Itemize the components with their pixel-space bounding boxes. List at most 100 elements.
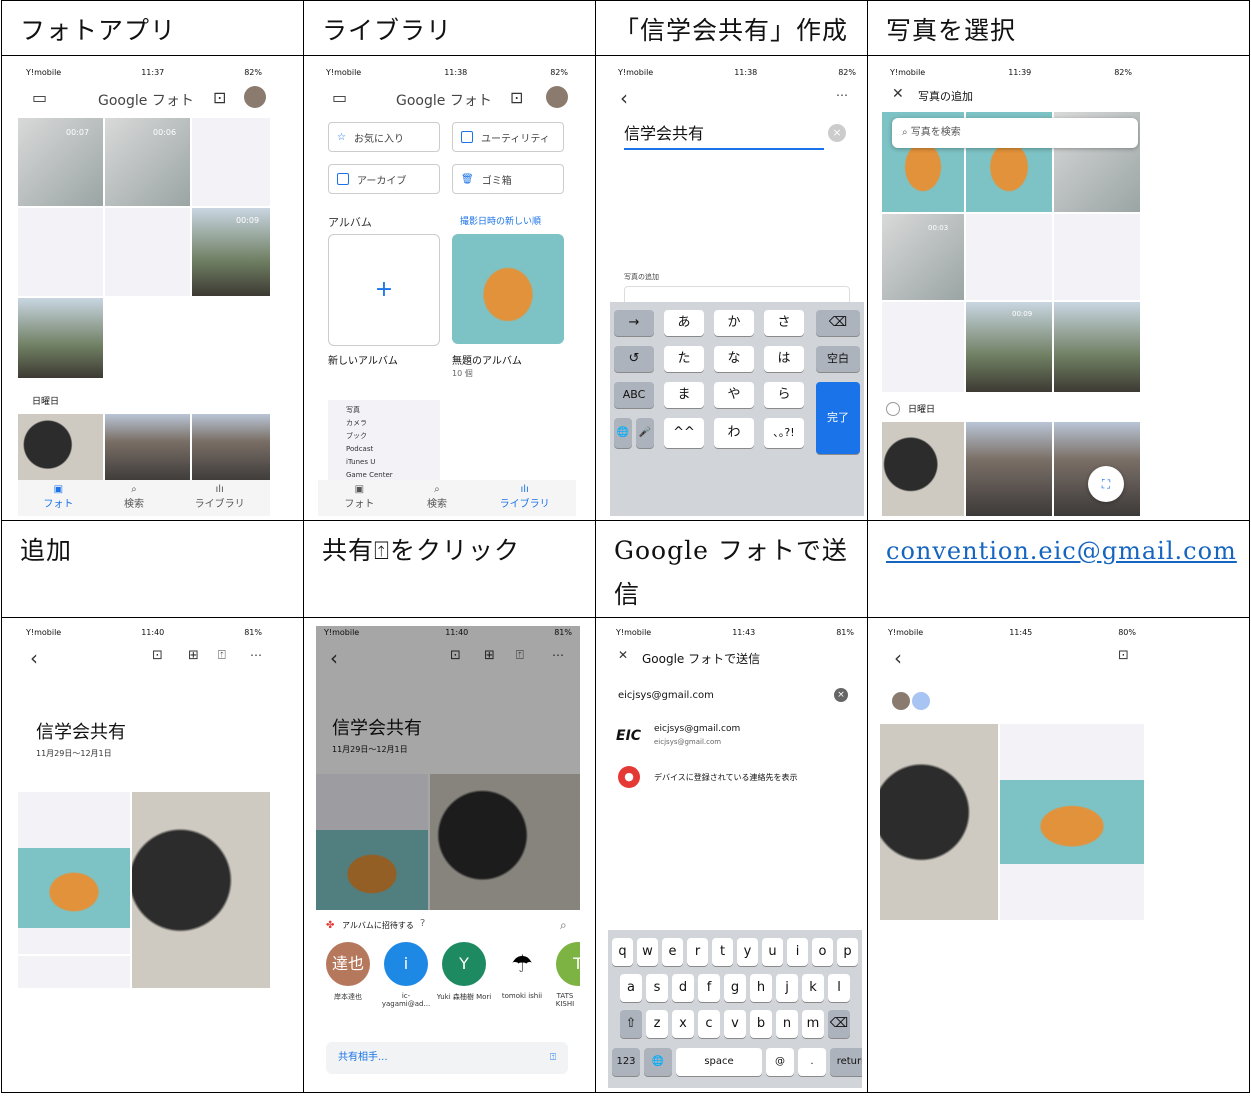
done-key[interactable]: 完了 [816,382,860,454]
contact-avatar[interactable]: T [556,942,580,986]
photo-thumb[interactable] [966,214,1052,300]
photo-thumb[interactable] [105,208,190,296]
close-icon[interactable]: ✕ [618,648,628,662]
key[interactable]: i [787,938,808,966]
key[interactable]: c [698,1010,720,1038]
photo-thumb[interactable] [192,414,270,482]
key[interactable]: ⌫ [828,1010,850,1038]
favorites-chip[interactable]: ☆ お気に入り [328,122,440,152]
key[interactable]: s [646,974,668,1002]
key[interactable]: さ [764,310,804,336]
search-bar[interactable]: ⌕ 写真を検索 [892,118,1138,148]
share-with-field[interactable]: 共有相手... ⍐ [326,1042,568,1074]
key[interactable]: j [776,974,798,1002]
key[interactable]: ら [764,382,804,408]
photo-thumb[interactable] [882,422,964,516]
photo-thumb[interactable] [882,302,964,392]
photo-thumb[interactable] [18,298,103,378]
cast-icon[interactable]: ⊡ [510,88,523,107]
photo-thumb[interactable] [882,214,964,300]
key[interactable]: b [750,1010,772,1038]
globe-icon[interactable]: 🌐 [614,418,632,448]
key[interactable]: ⇧ [620,1010,642,1038]
key[interactable]: z [646,1010,668,1038]
photo-thumb[interactable] [966,422,1052,516]
album-cover[interactable] [452,234,564,344]
photo-thumb[interactable] [105,118,190,206]
key[interactable]: n [776,1010,798,1038]
back-icon[interactable]: ‹ [620,86,628,110]
clear-icon[interactable]: × [834,688,848,702]
photo-thumb[interactable] [132,792,270,988]
backspace-key[interactable]: ⌫ [816,310,860,336]
key[interactable]: q [612,938,633,966]
photo-thumb[interactable] [192,118,270,206]
photo-thumb[interactable]: 写真 カメラ ブック Podcast iTunes U Game Center [328,400,440,480]
key[interactable]: space [676,1048,762,1076]
add-photo-icon[interactable]: ⊞ [188,648,199,663]
key[interactable]: o [812,938,833,966]
key[interactable]: ^^ [664,418,704,448]
key[interactable]: d [672,974,694,1002]
chat-icon[interactable]: ▭ [32,88,47,107]
sort-button[interactable]: 撮影日時の新しい順 [460,214,541,227]
suggestion-name[interactable]: eicjsys@gmail.com [654,724,740,734]
key[interactable]: p [837,938,858,966]
key[interactable]: → [614,310,654,336]
abc-key[interactable]: ABC [614,382,654,408]
album-title-input[interactable]: 信学会共有 [624,120,824,150]
contact-avatar[interactable]: ☂ [500,942,544,986]
photo-thumb[interactable] [1054,302,1140,392]
search-icon[interactable]: ⌕ [560,918,567,933]
cast-icon[interactable]: ⊡ [213,88,226,107]
contact-avatar[interactable]: Y [442,942,486,986]
trash-chip[interactable]: 🗑 ゴミ箱 [452,164,564,194]
photo-thumb[interactable] [18,208,103,296]
photo-thumb[interactable] [880,724,998,920]
key[interactable]: u [762,938,783,966]
archive-chip[interactable]: アーカイブ [328,164,440,194]
select-day-checkbox[interactable] [886,402,900,416]
mic-icon[interactable]: 🎤 [636,418,654,448]
new-album-button[interactable]: + [328,234,440,346]
expand-icon[interactable]: ⛶ [1088,466,1124,502]
key[interactable]: w [637,938,658,966]
photo-thumb[interactable] [1054,214,1140,300]
chat-icon[interactable]: ▭ [332,88,347,107]
key[interactable]: e [662,938,683,966]
email-link[interactable]: convention.eic@gmail.com [886,537,1237,565]
clear-icon[interactable]: × [828,124,846,142]
key[interactable]: 123 [612,1048,640,1076]
key[interactable]: x [672,1010,694,1038]
key[interactable]: は [764,346,804,372]
key[interactable]: a [620,974,642,1002]
tab-library[interactable]: ılı ライブラリ [500,480,550,516]
key[interactable]: 🌐 [644,1048,672,1076]
key[interactable]: わ [714,418,754,448]
tab-photos[interactable]: ▣ フォト [344,480,374,516]
photo-thumb[interactable] [18,118,103,206]
avatar[interactable] [244,86,266,108]
more-icon[interactable]: ⋯ [250,648,262,662]
more-icon[interactable]: ⋯ [836,88,848,102]
cast-icon[interactable]: ⊡ [1118,648,1129,663]
key[interactable]: あ [664,310,704,336]
key[interactable]: @ [766,1048,794,1076]
key[interactable]: や [714,382,754,408]
key[interactable]: g [724,974,746,1002]
tab-search[interactable]: ⌕ 検索 [124,480,144,516]
contact-avatar[interactable]: 達也 [326,942,370,986]
key[interactable]: な [714,346,754,372]
key[interactable]: ↺ [614,346,654,372]
avatar[interactable] [546,86,568,108]
key[interactable]: . [798,1048,826,1076]
key[interactable]: v [724,1010,746,1038]
utilities-chip[interactable]: ユーティリティ [452,122,564,152]
key[interactable]: ､｡?! [764,418,804,448]
back-icon[interactable]: ‹ [30,646,38,670]
photo-thumb[interactable] [18,956,130,988]
tab-photos[interactable]: ▣ フォト [43,480,73,516]
cast-icon[interactable]: ⊡ [152,648,163,663]
space-key[interactable]: 空白 [816,346,860,372]
key[interactable]: y [737,938,758,966]
